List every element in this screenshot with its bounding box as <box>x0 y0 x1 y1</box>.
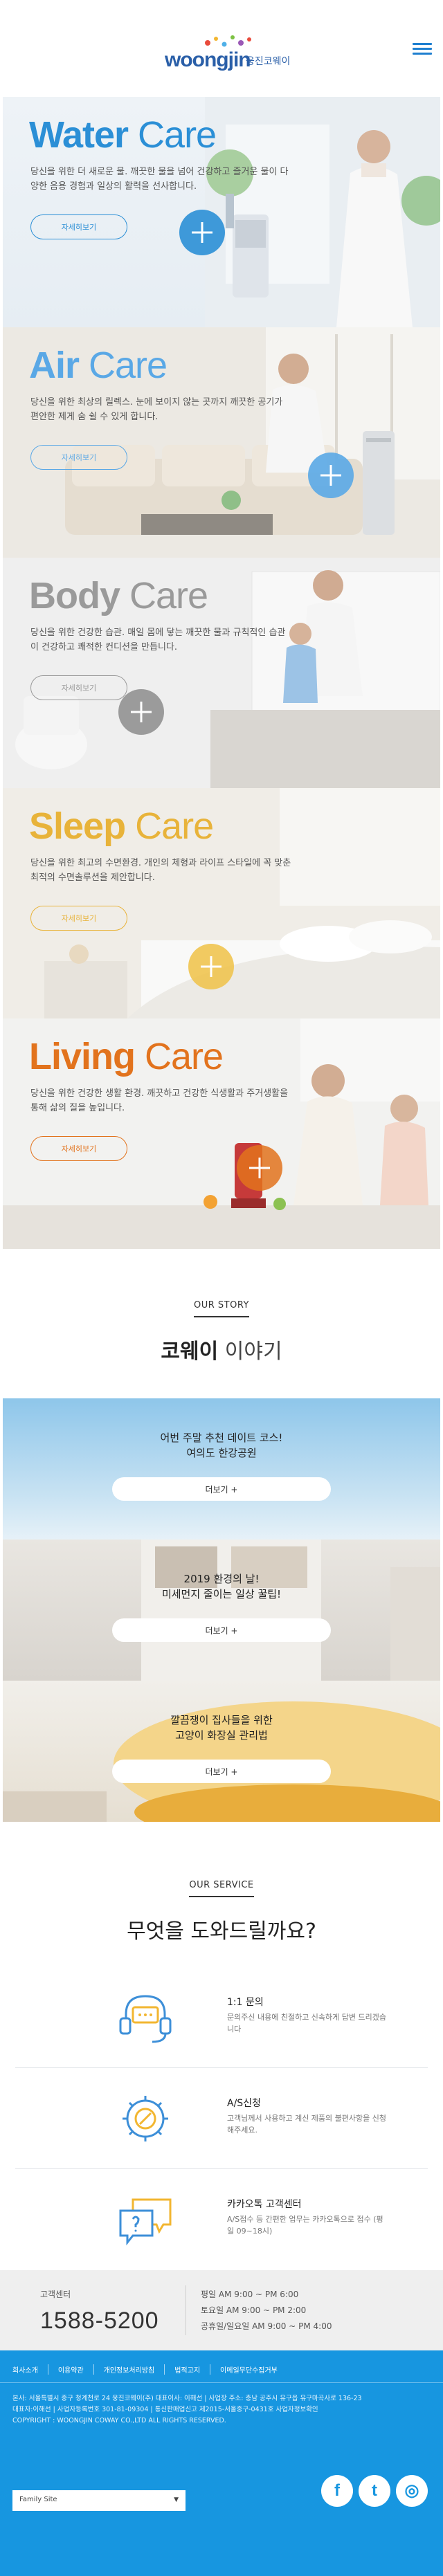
headset-icon <box>119 1995 172 2043</box>
air-care-desc: 당신을 위한 최상의 릴렉스. 눈에 보이지 않는 곳까지 깨끗한 공기가 편안… <box>30 397 283 422</box>
logo-korean: 웅진코웨이 <box>246 56 291 67</box>
story-card[interactable]: 2019 환경의 날! 미세먼지 줄이는 일상 꿀팁! 더보기 + <box>3 1540 440 1681</box>
living-care-desc: 당신을 위한 건강한 생활 환경. 깨끗하고 건강한 식생활과 주거생활을 통해… <box>30 1088 289 1113</box>
sleep-care-desc: 당신을 위한 최고의 수면환경. 개인의 체형과 라이프 스타일에 꼭 맞춘 최… <box>30 858 291 883</box>
body-care-more-button[interactable]: 자세히보기 <box>30 675 127 700</box>
service-inquiry-title: 1:1 문의 <box>227 1997 264 2008</box>
logo-mark-icon <box>205 35 251 47</box>
story-card[interactable]: 깔끔쟁이 집사들을 위한 고양이 화장실 관리법 더보기 + <box>3 1681 440 1822</box>
body-care-plus-icon[interactable] <box>118 689 164 735</box>
service-as-desc: 고객님께서 사용하고 계신 제품의 불편사항을 신청해주세요. <box>227 2114 387 2135</box>
body-care-desc: 당신을 위한 건강한 습관. 매일 몸에 닿는 깨끗한 물과 규칙적인 습관이 … <box>30 628 286 652</box>
service-inquiry[interactable]: 1:1 문의 문의주신 내용에 친절하고 신속하게 답변 드리겠습니다 <box>15 1967 428 2068</box>
gear-wrench-icon <box>123 2096 168 2141</box>
story-title: 코웨이 이야기 <box>161 1340 282 1364</box>
story-card[interactable]: 어번 주말 추천 데이트 코스! 여의도 한강공원 더보기 + <box>3 1398 440 1540</box>
water-care-desc: 당신을 위한 더 새로운 물. 깨끗한 물을 넘어 건강하고 즐거운 물이 다양… <box>30 167 289 192</box>
story-heading: OUR STORY 코웨이 이야기 <box>0 1249 443 1398</box>
air-care-panel: Air Care 당신을 위한 최상의 릴렉스. 눈에 보이지 않는 곳까지 깨… <box>3 327 440 558</box>
service-kakao[interactable]: 카카오톡 고객센터 A/S접수 등 간편한 업무는 카카오톡으로 접수 (평일 … <box>15 2169 428 2270</box>
service-eyebrow: OUR SERVICE <box>189 1880 254 1897</box>
air-care-plus-icon[interactable] <box>308 453 354 498</box>
water-care-plus-icon[interactable] <box>179 210 225 255</box>
body-care-panel: Body Care 당신을 위한 건강한 습관. 매일 몸에 닿는 깨끗한 물과… <box>3 558 440 788</box>
footer-link-email-policy[interactable]: 이메일무단수집거부 <box>220 2364 287 2375</box>
footer-divider <box>0 2382 443 2383</box>
family-site-select[interactable]: Family Site ▼ <box>12 2490 186 2511</box>
water-care-more-button[interactable]: 자세히보기 <box>30 214 127 239</box>
service-kakao-title: 카카오톡 고객센터 <box>227 2199 302 2210</box>
sleep-care-title: Sleep Care <box>29 805 214 847</box>
footer-link-terms[interactable]: 이용약관 <box>58 2364 94 2375</box>
living-care-plus-icon[interactable] <box>237 1145 282 1191</box>
air-care-title: Air Care <box>29 345 168 386</box>
call-center: 고객센터 1588-5200 평일 AM 9:00 ~ PM 6:00 토요일 … <box>0 2270 443 2350</box>
footer: 회사소개 이용약관 개인정보처리방침 법적고지 이메일무단수집거부 본사: 서울… <box>0 2350 443 2576</box>
call-center-hours: 평일 AM 9:00 ~ PM 6:00 토요일 AM 9:00 ~ PM 2:… <box>201 2290 332 2331</box>
air-care-more-button[interactable]: 자세히보기 <box>30 445 127 470</box>
facebook-icon[interactable]: f <box>321 2475 353 2507</box>
service-kakao-desc: A/S접수 등 간편한 업무는 카카오톡으로 접수 (평일 09~18시) <box>227 2215 383 2236</box>
living-care-title: Living Care <box>29 1036 224 1077</box>
logo-wordmark: woongjin <box>165 48 251 71</box>
header: woongjin 웅진코웨이 <box>0 0 443 97</box>
footer-link-privacy[interactable]: 개인정보처리방침 <box>104 2364 165 2375</box>
water-care-photo <box>205 97 440 327</box>
living-care-panel: Living Care 당신을 위한 건강한 생활 환경. 깨끗하고 건강한 식… <box>3 1018 440 1249</box>
footer-link-company[interactable]: 회사소개 <box>12 2364 48 2375</box>
footer-company-info: 본사: 서울특별시 중구 청계천로 24 웅진코웨이(주) 대표이사: 이해선 … <box>12 2395 362 2424</box>
service-title: 무엇을 도와드릴까요? <box>127 1919 316 1944</box>
sleep-care-more-button[interactable]: 자세히보기 <box>30 906 127 931</box>
chat-bubble-icon <box>119 2198 172 2246</box>
twitter-icon[interactable]: t <box>359 2475 390 2507</box>
story-more-button[interactable]: 더보기 + <box>112 1760 331 1783</box>
instagram-icon[interactable]: ◎ <box>396 2475 428 2507</box>
footer-link-legal[interactable]: 법적고지 <box>174 2364 211 2375</box>
story-card-text: 2019 환경의 날! 미세먼지 줄이는 일상 꿀팁! <box>161 1573 282 1600</box>
service-heading: OUR SERVICE 무엇을 도와드릴까요? <box>0 1822 443 1967</box>
hamburger-menu-icon[interactable] <box>413 40 435 57</box>
story-eyebrow: OUR STORY <box>194 1300 249 1317</box>
footer-links: 회사소개 이용약관 개인정보처리방침 법적고지 이메일무단수집거부 <box>12 2364 297 2375</box>
water-care-title: Water Care <box>29 114 217 156</box>
page: woongjin 웅진코웨이 Water Care 당신을 위한 더 새로운 물… <box>0 0 443 2576</box>
water-care-panel: Water Care 당신을 위한 더 새로운 물. 깨끗한 물을 넘어 건강하… <box>3 97 440 327</box>
call-center-label: 고객센터 <box>40 2290 71 2299</box>
chevron-down-icon: ▼ <box>174 2496 179 2503</box>
story-card-text: 어번 주말 추천 데이트 코스! 여의도 한강공원 <box>160 1432 283 1459</box>
service-as-title: A/S신청 <box>227 2098 261 2109</box>
story-card-photo <box>3 1701 440 1822</box>
service-as-request[interactable]: A/S신청 고객님께서 사용하고 계신 제품의 불편사항을 신청해주세요. <box>15 2068 428 2169</box>
story-more-button[interactable]: 더보기 + <box>112 1618 331 1642</box>
story-card-text: 깔끔쟁이 집사들을 위한 고양이 화장실 관리법 <box>170 1714 273 1742</box>
sleep-care-panel: Sleep Care 당신을 위한 최고의 수면환경. 개인의 체형과 라이프 … <box>3 788 440 1018</box>
logo[interactable]: woongjin 웅진코웨이 <box>159 33 298 75</box>
sleep-care-plus-icon[interactable] <box>188 944 234 989</box>
living-care-more-button[interactable]: 자세히보기 <box>30 1136 127 1161</box>
body-care-title: Body Care <box>29 575 208 616</box>
story-more-button[interactable]: 더보기 + <box>112 1477 331 1501</box>
call-center-number[interactable]: 1588-5200 <box>40 2308 159 2335</box>
service-inquiry-desc: 문의주신 내용에 친절하고 신속하게 답변 드리겠습니다 <box>227 2013 387 2034</box>
story-card-photo <box>141 1540 440 1681</box>
